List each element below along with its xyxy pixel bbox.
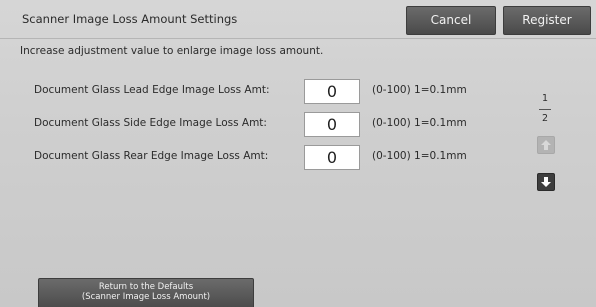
arrow-down-icon — [538, 174, 554, 190]
lead-edge-value-field[interactable]: 0 — [304, 79, 360, 104]
rear-edge-range-hint: (0-100) 1=0.1mm — [372, 150, 467, 162]
page-down-button[interactable] — [537, 173, 555, 191]
side-edge-label: Document Glass Side Edge Image Loss Amt: — [34, 117, 267, 129]
lead-edge-label: Document Glass Lead Edge Image Loss Amt: — [34, 84, 270, 96]
defaults-button-line2: (Scanner Image Loss Amount) — [81, 292, 211, 302]
side-edge-range-hint: (0-100) 1=0.1mm — [372, 117, 467, 129]
header-bar: Scanner Image Loss Amount Settings Cance… — [0, 0, 596, 38]
current-page-number: 1 — [541, 93, 549, 104]
side-edge-value-field[interactable]: 0 — [304, 112, 360, 137]
page-separator — [539, 109, 551, 110]
defaults-button-line1: Return to the Defaults — [98, 282, 194, 292]
header-divider — [0, 38, 596, 39]
arrow-up-icon — [538, 137, 554, 153]
page-up-button[interactable] — [537, 136, 555, 154]
rear-edge-label: Document Glass Rear Edge Image Loss Amt: — [34, 150, 269, 162]
lead-edge-range-hint: (0-100) 1=0.1mm — [372, 84, 467, 96]
instruction-text: Increase adjustment value to enlarge ima… — [20, 45, 324, 57]
cancel-button[interactable]: Cancel — [406, 6, 496, 35]
register-button[interactable]: Register — [503, 6, 591, 35]
total-page-number: 2 — [541, 113, 549, 124]
return-to-defaults-button[interactable]: Return to the Defaults (Scanner Image Lo… — [38, 278, 254, 307]
settings-screen: Scanner Image Loss Amount Settings Cance… — [0, 0, 596, 307]
page-title: Scanner Image Loss Amount Settings — [22, 12, 238, 26]
rear-edge-value-field[interactable]: 0 — [304, 145, 360, 170]
